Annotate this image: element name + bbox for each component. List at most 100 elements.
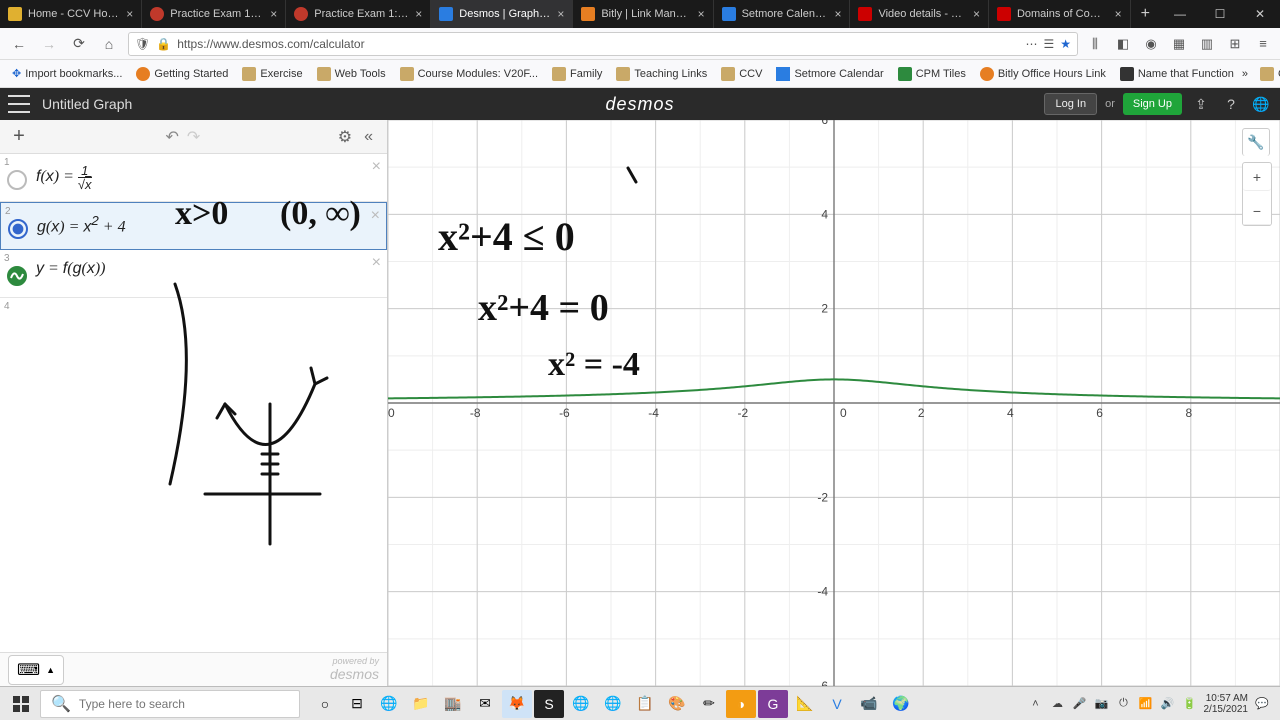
- extension-icon[interactable]: ▥: [1198, 35, 1216, 53]
- taskbar-app-icon[interactable]: ✉: [470, 690, 500, 718]
- overflow-icon[interactable]: »: [1242, 68, 1248, 80]
- expression-input[interactable]: f(x) = 1√x: [30, 154, 387, 201]
- expression-row-selected[interactable]: 2 g(x) = x2 + 4 ×: [0, 202, 387, 250]
- bookmark-item[interactable]: Setmore Calendar: [770, 64, 889, 84]
- visibility-toggle[interactable]: [7, 170, 27, 190]
- taskbar-app-icon[interactable]: 🏬: [438, 690, 468, 718]
- tray-icon[interactable]: ⏻: [1116, 696, 1132, 712]
- bookmark-item[interactable]: ✥Import bookmarks...: [6, 64, 128, 83]
- window-close-icon[interactable]: ✕: [1240, 0, 1280, 28]
- delete-expression-icon[interactable]: ×: [372, 254, 381, 272]
- wifi-icon[interactable]: 📶: [1138, 696, 1154, 712]
- bookmark-item[interactable]: Getting Started: [130, 64, 234, 84]
- taskbar-app-icon[interactable]: 🦊: [502, 690, 532, 718]
- extension-icon[interactable]: ▦: [1170, 35, 1188, 53]
- close-icon[interactable]: ×: [126, 7, 133, 21]
- login-button[interactable]: Log In: [1044, 93, 1097, 115]
- close-icon[interactable]: ×: [270, 7, 277, 21]
- taskbar-app-icon[interactable]: S: [534, 690, 564, 718]
- help-icon[interactable]: ?: [1220, 93, 1242, 115]
- expression-input[interactable]: g(x) = x2 + 4: [31, 203, 386, 249]
- bookmark-folder[interactable]: Web Tools: [311, 64, 392, 84]
- bookmark-folder[interactable]: Exercise: [236, 64, 308, 84]
- visibility-toggle[interactable]: [7, 266, 27, 286]
- menu-icon[interactable]: ≡: [1254, 35, 1272, 53]
- taskbar-app-icon[interactable]: G: [758, 690, 788, 718]
- browser-tab[interactable]: Bitly | Link Manage×: [573, 0, 713, 28]
- add-expression-button[interactable]: +: [6, 124, 32, 150]
- wrench-icon[interactable]: 🔧: [1242, 128, 1270, 156]
- back-icon[interactable]: ←: [8, 33, 30, 55]
- tray-icon[interactable]: 📷: [1094, 696, 1110, 712]
- visibility-toggle[interactable]: [8, 219, 28, 239]
- address-bar[interactable]: 🛡 🔒 https://www.desmos.com/calculator ⋯ …: [128, 32, 1078, 56]
- taskbar-app-icon[interactable]: 🎨: [662, 690, 692, 718]
- browser-tab[interactable]: Practice Exam 1: V2×: [286, 0, 431, 28]
- maximize-icon[interactable]: ☐: [1200, 0, 1240, 28]
- keypad-toggle[interactable]: ⌨▲: [8, 655, 64, 685]
- tray-icon[interactable]: 🎤: [1072, 696, 1088, 712]
- tray-chevron-icon[interactable]: ˄: [1028, 696, 1044, 712]
- taskbar-app-icon[interactable]: ✏: [694, 690, 724, 718]
- taskbar-app-icon[interactable]: 🌐: [566, 690, 596, 718]
- taskbar-app-icon[interactable]: 🌐: [598, 690, 628, 718]
- taskbar-app-icon[interactable]: 📐: [790, 690, 820, 718]
- tray-icon[interactable]: ☁: [1050, 696, 1066, 712]
- cortana-icon[interactable]: ○: [310, 690, 340, 718]
- taskbar-app-icon[interactable]: 🌍: [886, 690, 916, 718]
- bookmark-item[interactable]: CPM Tiles: [892, 64, 972, 84]
- delete-expression-icon[interactable]: ×: [371, 207, 380, 225]
- browser-tab-active[interactable]: Desmos | Graphing×: [431, 0, 573, 28]
- language-icon[interactable]: 🌐: [1250, 93, 1272, 115]
- battery-icon[interactable]: 🔋: [1182, 696, 1198, 712]
- taskbar-app-icon[interactable]: V: [822, 690, 852, 718]
- redo-icon[interactable]: ↷: [183, 123, 204, 151]
- minimize-icon[interactable]: —: [1160, 0, 1200, 28]
- expression-row[interactable]: 1 f(x) = 1√x ×: [0, 154, 387, 202]
- expression-row-empty[interactable]: 4: [0, 298, 387, 322]
- reload-icon[interactable]: ⟳: [68, 33, 90, 55]
- browser-tab[interactable]: Home - CCV Home×: [0, 0, 142, 28]
- taskbar-app-icon[interactable]: ◑: [726, 690, 756, 718]
- other-bookmarks[interactable]: Other Bookmarks: [1254, 64, 1280, 84]
- taskbar-search[interactable]: 🔍: [40, 690, 300, 718]
- collapse-panel-icon[interactable]: «: [356, 124, 381, 150]
- zoom-in-button[interactable]: +: [1243, 163, 1271, 191]
- browser-tab[interactable]: Setmore Calendar×: [714, 0, 851, 28]
- volume-icon[interactable]: 🔊: [1160, 696, 1176, 712]
- new-tab-button[interactable]: +: [1131, 0, 1160, 28]
- library-icon[interactable]: ⫼: [1086, 35, 1104, 53]
- close-icon[interactable]: ×: [1115, 7, 1122, 21]
- bookmark-star-icon[interactable]: ★: [1060, 37, 1071, 51]
- browser-tab[interactable]: Domains of Compo×: [989, 0, 1131, 28]
- close-icon[interactable]: ×: [834, 7, 841, 21]
- taskbar-clock[interactable]: 10:57 AM 2/15/2021: [1204, 693, 1249, 715]
- shield-icon[interactable]: 🛡: [135, 37, 150, 51]
- taskbar-app-icon[interactable]: 🌐: [374, 690, 404, 718]
- close-icon[interactable]: ×: [698, 7, 705, 21]
- browser-tab[interactable]: Video details - You×: [850, 0, 988, 28]
- close-icon[interactable]: ×: [557, 7, 564, 21]
- expression-row[interactable]: 3 y = f(g(x)) ×: [0, 250, 387, 298]
- delete-expression-icon[interactable]: ×: [372, 158, 381, 176]
- puzzle-icon[interactable]: ⊞: [1226, 35, 1244, 53]
- taskview-icon[interactable]: ⊟: [342, 690, 372, 718]
- bookmark-folder[interactable]: Teaching Links: [610, 64, 713, 84]
- expression-input[interactable]: [30, 298, 387, 322]
- bookmark-item[interactable]: Bitly Office Hours Link: [974, 64, 1112, 84]
- search-input[interactable]: [79, 697, 289, 711]
- share-icon[interactable]: ⇪: [1190, 93, 1212, 115]
- reader-icon[interactable]: ☰: [1043, 37, 1054, 51]
- taskbar-app-icon[interactable]: 📹: [854, 690, 884, 718]
- notifications-icon[interactable]: 💬: [1254, 696, 1270, 712]
- close-icon[interactable]: ×: [973, 7, 980, 21]
- bookmark-item[interactable]: Name that Function: [1114, 64, 1240, 84]
- browser-tab[interactable]: Practice Exam 1 Sp×: [142, 0, 286, 28]
- close-icon[interactable]: ×: [415, 7, 422, 21]
- taskbar-app-icon[interactable]: 📋: [630, 690, 660, 718]
- forward-icon[interactable]: →: [38, 33, 60, 55]
- start-button[interactable]: [4, 689, 38, 719]
- bookmark-folder[interactable]: Course Modules: V20F...: [394, 64, 544, 84]
- zoom-out-button[interactable]: −: [1243, 197, 1271, 225]
- graph-title[interactable]: Untitled Graph: [42, 96, 132, 112]
